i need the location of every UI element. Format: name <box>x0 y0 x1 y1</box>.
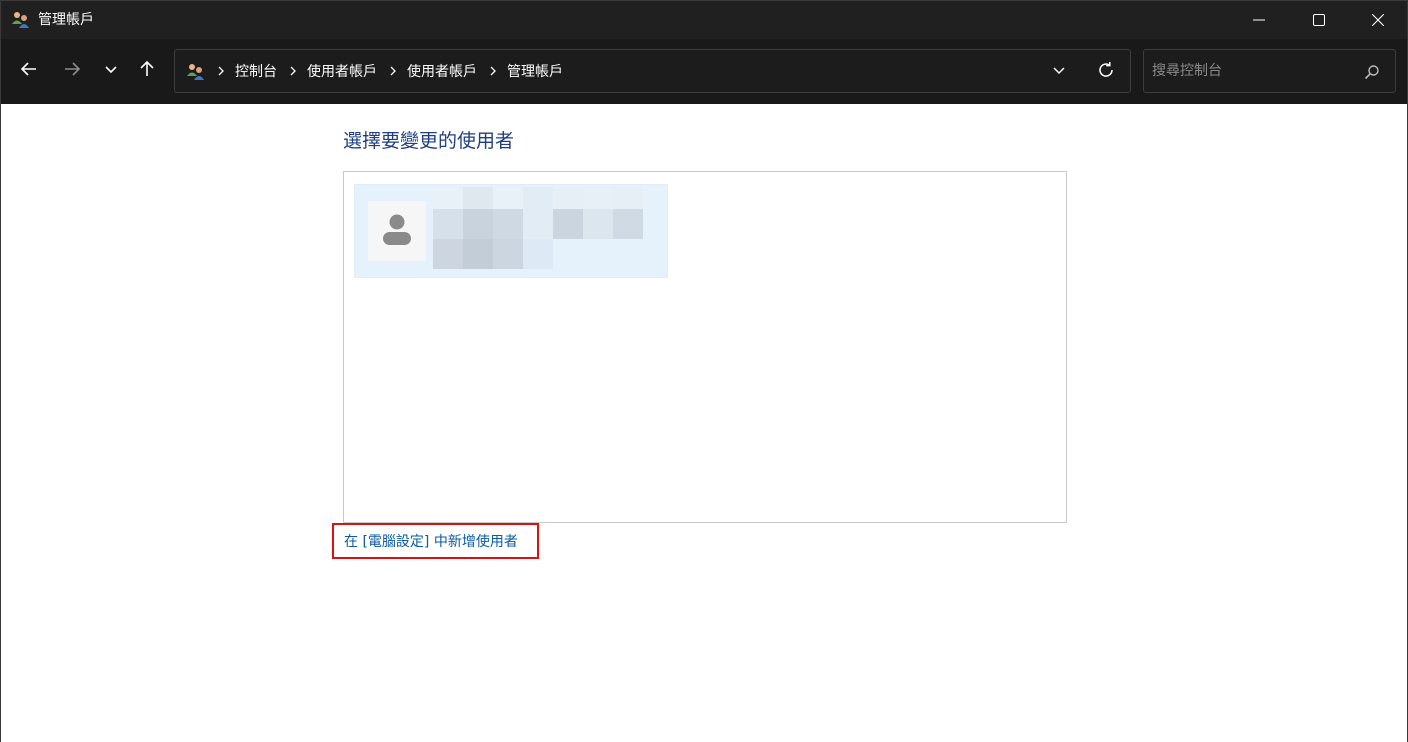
title-bar: 管理帳戶 <box>1 1 1407 39</box>
breadcrumb: 控制台 使用者帳戶 使用者帳戶 管理帳戶 <box>211 50 569 92</box>
refresh-icon <box>1097 61 1115 83</box>
up-button[interactable] <box>131 56 163 86</box>
search-box[interactable] <box>1143 49 1396 93</box>
close-icon <box>1371 11 1385 30</box>
forward-button[interactable] <box>56 56 88 86</box>
arrow-up-icon <box>138 60 156 82</box>
close-button[interactable] <box>1349 1 1407 39</box>
user-accounts-icon <box>186 62 206 82</box>
arrow-right-icon <box>63 60 81 82</box>
address-history-button[interactable] <box>1047 60 1071 84</box>
chevron-right-icon[interactable] <box>283 61 303 81</box>
chevron-down-icon <box>104 62 118 81</box>
chevron-right-icon[interactable] <box>483 61 503 81</box>
window-title: 管理帳戶 <box>38 12 94 28</box>
main-content: 選擇要變更的使用者 在 [電腦設定] 中新增使用者 <box>1 104 1407 742</box>
avatar <box>368 201 426 261</box>
search-input[interactable] <box>1152 58 1352 84</box>
breadcrumb-manage-accounts[interactable]: 管理帳戶 <box>507 61 563 81</box>
add-user-highlight: 在 [電腦設定] 中新增使用者 <box>332 523 539 559</box>
address-bar[interactable]: 控制台 使用者帳戶 使用者帳戶 管理帳戶 <box>174 49 1131 93</box>
window: 管理帳戶 控制台 使用者帳戶 使用者帳戶 管理帳戶 搜尋控制台 選擇要變更的使用… <box>0 0 1408 742</box>
search-icon[interactable] <box>1362 62 1382 82</box>
user-list <box>343 171 1067 523</box>
refresh-button[interactable] <box>1093 59 1119 85</box>
add-user-link[interactable]: 在 [電腦設定] 中新增使用者 <box>344 534 518 550</box>
user-accounts-icon <box>11 10 31 30</box>
arrow-left-icon <box>20 60 38 82</box>
maximize-icon <box>1313 11 1325 30</box>
chevron-right-icon[interactable] <box>211 61 231 81</box>
navigation-bar: 控制台 使用者帳戶 使用者帳戶 管理帳戶 <box>1 39 1407 104</box>
recent-locations-button[interactable] <box>95 56 127 86</box>
breadcrumb-control-panel[interactable]: 控制台 <box>235 61 277 81</box>
back-button[interactable] <box>13 56 45 86</box>
chevron-down-icon <box>1052 63 1066 82</box>
breadcrumb-user-accounts[interactable]: 使用者帳戶 <box>407 61 477 81</box>
chevron-right-icon[interactable] <box>383 61 403 81</box>
user-tile[interactable] <box>354 184 668 278</box>
page-title: 選擇要變更的使用者 <box>343 130 515 152</box>
minimize-button[interactable] <box>1230 1 1288 39</box>
maximize-button[interactable] <box>1290 1 1348 39</box>
breadcrumb-user-accounts-category[interactable]: 使用者帳戶 <box>307 61 377 81</box>
user-avatar-icon <box>381 211 413 251</box>
minimize-icon <box>1253 11 1265 30</box>
